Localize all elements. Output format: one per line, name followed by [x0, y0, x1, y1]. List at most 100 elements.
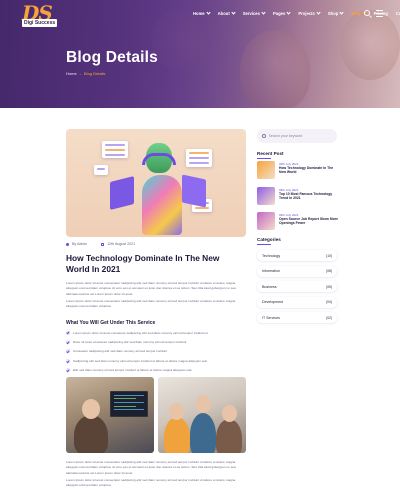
nav-item-contact[interactable]: Contact [396, 11, 400, 16]
nav-item-pages[interactable]: Pages [272, 10, 291, 16]
logo-subtitle: Digi Success [22, 19, 58, 27]
category-item-development[interactable]: Development (04) [257, 296, 337, 308]
post-date-text: 12th August 2021 [107, 242, 136, 246]
recent-post-title[interactable]: How Technology Dominate In The New World [279, 166, 339, 175]
search-icon[interactable] [262, 134, 266, 138]
category-item-it-services[interactable]: IT Services (02) [257, 312, 337, 323]
person-face-graphic [169, 403, 184, 420]
chevron-down-icon [316, 10, 321, 15]
person-graphic [74, 415, 108, 453]
person-graphic [190, 413, 216, 453]
check-icon [66, 349, 70, 354]
nav-item-label: Contact [395, 11, 400, 16]
person-face-graphic [222, 405, 237, 422]
recent-post-title[interactable]: Open Source Job Report Show More Opening… [279, 217, 339, 226]
chevron-down-icon [339, 10, 344, 15]
check-icon [66, 330, 70, 335]
nav-item-label: Shop [327, 11, 339, 16]
sidebar-search [257, 129, 337, 143]
menu-icon[interactable] [376, 10, 383, 17]
person-face-graphic [196, 395, 211, 413]
check-icon [66, 368, 70, 373]
post-title: How Technology Dominate In The New World… [66, 253, 220, 274]
checklist-item: Sadipscing elitr sed diam nonumy eirmod … [66, 356, 246, 365]
check-icon [66, 358, 70, 363]
checklist-item-text: Elitr sed diam nonumy eirmod tempor invi… [73, 368, 192, 373]
checklist-item-text: Lorem ipsum dolor sit amet consetetur sa… [73, 330, 208, 335]
chevron-down-icon [286, 10, 291, 15]
categories-heading: Categories [257, 237, 281, 244]
category-name: Technology [262, 253, 281, 258]
chevron-down-icon [206, 10, 211, 15]
tablet-graphic [110, 176, 134, 210]
nav-item-services[interactable]: Services [243, 10, 266, 16]
breadcrumb-home[interactable]: Home [66, 71, 77, 76]
nav-item-label: Projects [298, 11, 315, 16]
breadcrumb-current: Blog Details [84, 71, 106, 76]
page-hero [0, 0, 400, 108]
post-author-name: By Admin [72, 242, 88, 246]
recent-post-item[interactable]: 09th July 2021 Open Source Job Report Sho… [257, 212, 339, 230]
person-graphic [164, 417, 190, 453]
category-item-technology[interactable]: Technology (10) [257, 250, 337, 261]
search-icon[interactable] [364, 10, 370, 16]
floating-card-graphic [94, 165, 108, 175]
checklist-item-text: Sadipscing elitr sed diam nonumy eirmod … [73, 358, 208, 363]
category-name: Business [262, 284, 277, 289]
post-paragraph: Lorem ipsum dolor sit amet consectetur s… [66, 281, 236, 296]
category-count: (02) [325, 315, 332, 320]
category-item-information[interactable]: Information (08) [257, 265, 337, 277]
recent-post-item[interactable]: 09th July 2021 How Technology Dominate In… [257, 161, 339, 179]
brand-logo[interactable]: DS Digi Success [22, 3, 60, 28]
headphones-graphic [142, 153, 176, 165]
post-photo-team [158, 377, 246, 453]
category-name: IT Services [262, 315, 280, 320]
nav-item-projects[interactable]: Projects [298, 10, 321, 16]
nav-item-about[interactable]: About [218, 10, 236, 16]
sidebar-search-input[interactable] [268, 134, 329, 138]
chevron-down-icon [261, 10, 266, 15]
checklist-item: Dolor sit amet consetetur sadipscing eli… [66, 337, 246, 346]
hero-overlay [0, 0, 400, 108]
recent-post-thumbnail[interactable] [257, 161, 275, 179]
nav-item-label: Home [193, 11, 205, 16]
floating-card-graphic [102, 141, 128, 158]
post-photo-developer [66, 377, 154, 453]
check-icon [66, 340, 70, 345]
person-graphic [216, 419, 242, 453]
checklist-item: Lorem ipsum dolor sit amet consetetur sa… [66, 328, 246, 337]
calendar-icon [101, 242, 105, 246]
post-meta: By Admin 12th August 2021 [66, 242, 135, 246]
service-checklist: Lorem ipsum dolor sit amet consetetur sa… [66, 328, 246, 375]
tablet-graphic [182, 174, 206, 208]
recent-post-heading: Recent Post [257, 151, 284, 158]
nav-item-label: Blog [351, 11, 361, 16]
nav-item-label: Pages [272, 11, 286, 16]
post-date: 12th August 2021 [101, 242, 135, 246]
checklist-item-text: Dolor sit amet consetetur sadipscing eli… [73, 340, 187, 345]
post-paragraph: Lorem ipsum dolor sit amet consectetur s… [66, 478, 236, 488]
nav-item-home[interactable]: Home [193, 10, 211, 16]
category-count: (04) [325, 300, 332, 304]
nav-item-shop[interactable]: Shop [327, 10, 344, 16]
post-author: By Admin [66, 242, 87, 246]
recent-post-item[interactable]: 09th July 2021 Top 10 Most Famous Technol… [257, 187, 339, 205]
category-name: Information [262, 269, 280, 273]
floating-card-graphic [186, 149, 212, 167]
breadcrumb-separator: - [79, 71, 82, 76]
category-count: (05) [325, 284, 332, 289]
person-face-graphic [82, 399, 100, 419]
category-count: (10) [325, 253, 332, 258]
post-paragraph: Lorem ipsum dolor sit amet consectetur s… [66, 299, 236, 309]
page-title: Blog Details [66, 49, 158, 66]
recent-post-title[interactable]: Top 10 Most Famous Technology Trend In 2… [279, 192, 339, 201]
recent-post-thumbnail[interactable] [257, 187, 275, 205]
category-count: (08) [325, 269, 332, 273]
recent-post-thumbnail[interactable] [257, 212, 275, 230]
post-featured-image [66, 129, 246, 237]
post-paragraph: Lorem ipsum dolor sit amet consectetur s… [66, 460, 236, 475]
category-item-business[interactable]: Business (05) [257, 281, 337, 292]
monitor-graphic [110, 391, 148, 417]
character-body-graphic [142, 175, 182, 235]
chevron-down-icon [231, 10, 236, 15]
